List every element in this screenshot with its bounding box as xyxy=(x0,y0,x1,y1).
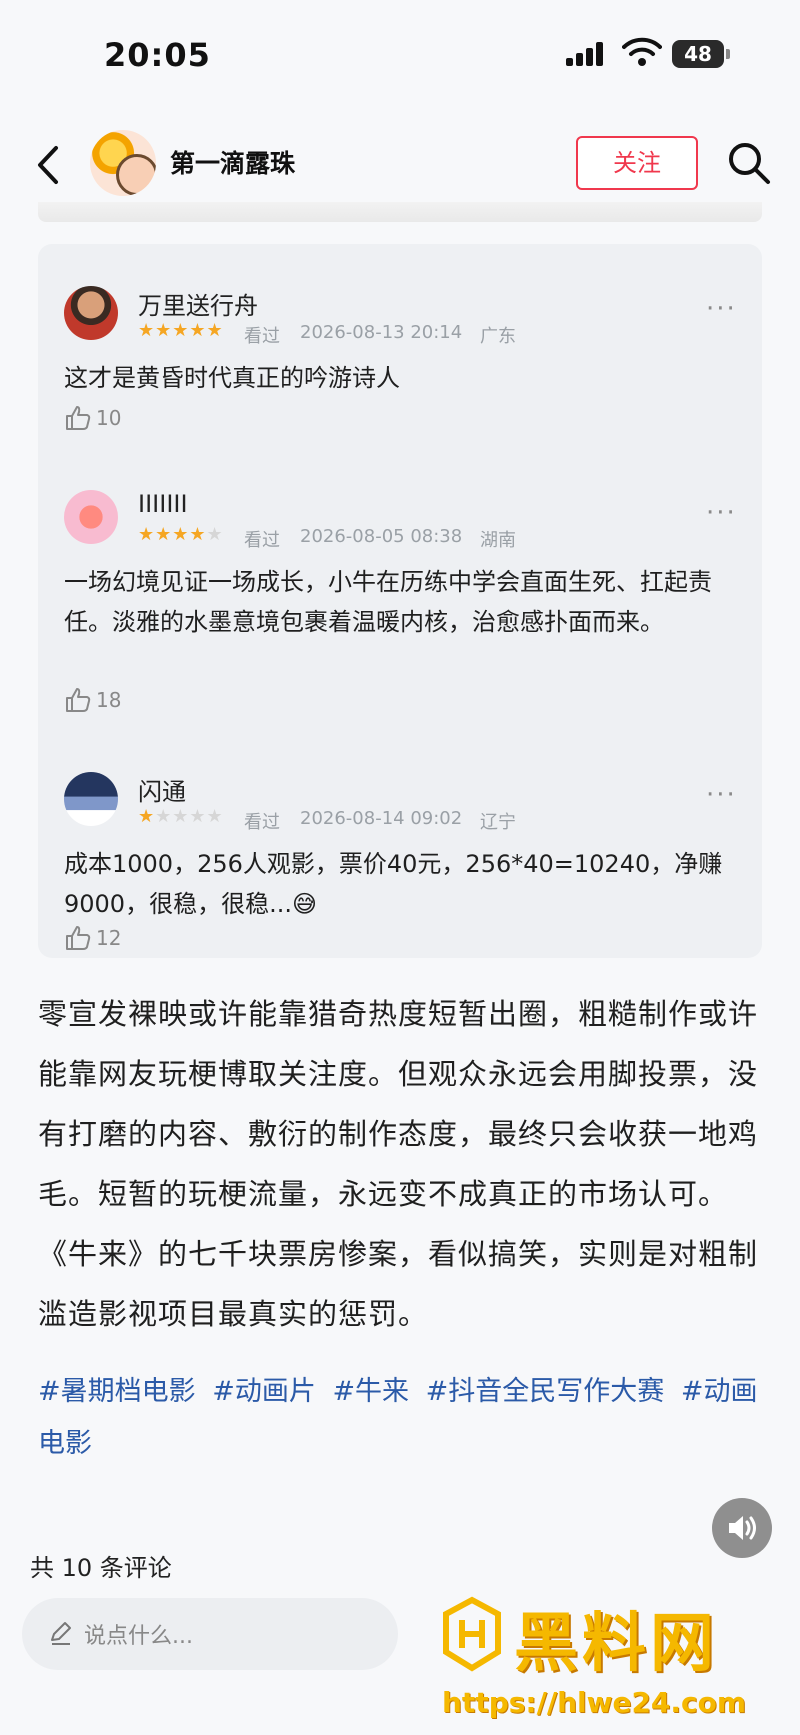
author-avatar[interactable] xyxy=(90,130,156,196)
commenter-name[interactable]: 万里送行舟 xyxy=(138,286,258,321)
previous-card-edge xyxy=(38,202,762,222)
comments-card: 万里送行舟 ★★★★★ 看过 2026-08-13 20:14 广东 ··· 这… xyxy=(38,244,762,958)
watermark-logo-icon xyxy=(443,1596,501,1672)
comment-text: 一场幻境见证一场成长，小牛在历练中学会直面生死、扛起责任。淡雅的水墨意境包裹着温… xyxy=(64,568,712,636)
comment-item: 万里送行舟 ★★★★★ 看过 2026-08-13 20:14 广东 ··· 这… xyxy=(38,244,762,434)
comment-location: 辽宁 xyxy=(480,812,516,833)
comment-item: IIIIIII ★★★★★ 看过 2026-08-05 08:38 湖南 ···… xyxy=(38,444,762,712)
rating-stars: ★★★★★ xyxy=(138,524,224,545)
watermark: 黑料网 https://hlwe24.com xyxy=(430,1592,790,1732)
more-options-icon[interactable]: ··· xyxy=(706,780,737,810)
like-button[interactable]: 12 xyxy=(64,924,121,952)
comment-text: 成本1000，256人观影，票价40元，256*40=10240，净赚9000，… xyxy=(64,850,723,918)
more-options-icon[interactable]: ··· xyxy=(706,498,737,528)
battery-nub xyxy=(726,49,730,59)
more-options-icon[interactable]: ··· xyxy=(706,294,737,324)
commenter-avatar[interactable] xyxy=(64,286,118,340)
pen-icon xyxy=(51,1622,71,1645)
speaker-icon xyxy=(729,1516,756,1540)
follow-button[interactable]: 关注 xyxy=(576,136,698,190)
like-count: 10 xyxy=(96,406,122,430)
hashtag-list: #暑期档电影 #动画片 #牛来 #抖音全民写作大赛 #动画电影 xyxy=(38,1366,766,1470)
comment-location: 广东 xyxy=(480,326,516,347)
commenter-avatar[interactable] xyxy=(64,490,118,544)
watermark-url: https://hlwe24.com xyxy=(442,1686,747,1719)
rating-stars: ★★★★★ xyxy=(138,320,224,341)
speaker-button[interactable] xyxy=(712,1498,772,1558)
cellular-signal-icon xyxy=(566,42,610,66)
status-time: 20:05 xyxy=(104,36,211,74)
thumbs-up-icon xyxy=(66,926,91,950)
author-name[interactable]: 第一滴露珠 xyxy=(170,144,295,180)
like-count: 18 xyxy=(96,688,122,712)
comment-item: 闪通 ★★★★★ 看过 2026-08-14 09:02 辽宁 ··· 成本10… xyxy=(38,726,762,956)
comment-input[interactable]: 说点什么... xyxy=(22,1598,398,1670)
comment-input-placeholder: 说点什么... xyxy=(84,1624,193,1649)
comment-watched: 看过 xyxy=(244,812,280,833)
article-body: 零宣发裸映或许能靠猎奇热度短暂出圈，粗糙制作或许能靠网友玩梗博取关注度。但观众永… xyxy=(38,997,759,1331)
thumbs-up-icon xyxy=(66,688,91,712)
wifi-icon xyxy=(622,37,662,66)
like-count: 12 xyxy=(96,926,122,950)
comment-location: 湖南 xyxy=(480,530,516,551)
commenter-avatar[interactable] xyxy=(64,772,118,826)
comment-count: 共 10 条评论 xyxy=(30,1554,172,1582)
rating-stars: ★★★★★ xyxy=(138,806,224,827)
comment-watched: 看过 xyxy=(244,326,280,347)
comment-time: 2026-08-05 08:38 xyxy=(300,526,463,547)
back-arrow-icon[interactable] xyxy=(28,140,68,190)
like-button[interactable]: 10 xyxy=(64,404,121,432)
commenter-name[interactable]: IIIIIII xyxy=(138,490,188,518)
like-button[interactable]: 18 xyxy=(64,686,121,714)
search-icon[interactable] xyxy=(726,140,772,186)
comment-text: 这才是黄昏时代真正的吟游诗人 xyxy=(64,364,400,392)
comment-time: 2026-08-14 09:02 xyxy=(300,808,463,829)
watermark-title: 黑料网 xyxy=(514,1607,718,1681)
comment-time: 2026-08-13 20:14 xyxy=(300,322,463,343)
hashtag-link[interactable]: #暑期档电影 xyxy=(38,1376,196,1407)
hashtag-link[interactable]: #牛来 xyxy=(332,1376,409,1407)
commenter-name[interactable]: 闪通 xyxy=(138,772,186,807)
comment-watched: 看过 xyxy=(244,530,280,551)
hashtag-link[interactable]: #抖音全民写作大赛 xyxy=(426,1376,665,1407)
battery-icon: 48 xyxy=(672,40,724,68)
status-bar: 20:05 48 xyxy=(0,0,800,110)
thumbs-up-icon xyxy=(66,406,91,430)
top-nav-bar: 第一滴露珠 关注 xyxy=(0,120,800,210)
hashtag-link[interactable]: #动画片 xyxy=(212,1376,316,1407)
